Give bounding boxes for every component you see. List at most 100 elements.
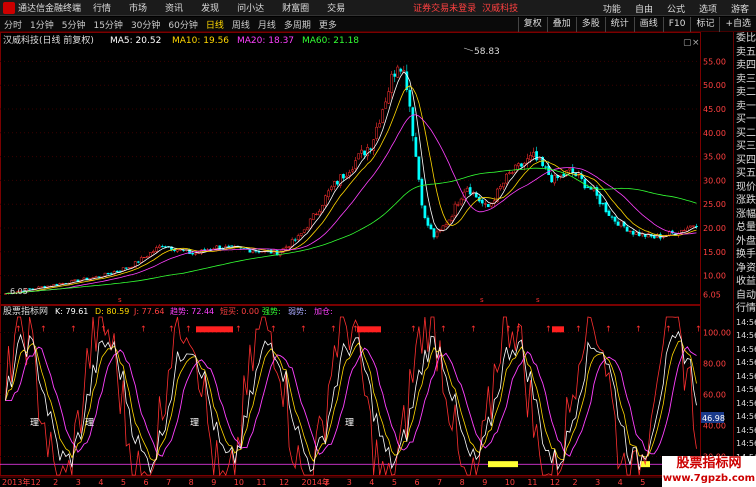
side-item[interactable]: 涨跌 — [734, 194, 756, 208]
candle-body — [444, 224, 448, 227]
period-tab-multi[interactable]: 多周期 — [284, 18, 311, 31]
current-value: 46.98 — [702, 414, 725, 423]
tool-stats[interactable]: 统计 — [604, 17, 634, 32]
event-marker[interactable]: s — [536, 296, 540, 304]
side-item[interactable]: 14:56 — [734, 424, 756, 438]
candle-body — [393, 73, 397, 77]
side-item[interactable]: 买一 — [734, 113, 756, 127]
side-item[interactable]: 收益 — [734, 275, 756, 289]
menu-guest[interactable]: 游客 — [731, 2, 749, 15]
side-item[interactable]: 卖一 — [734, 100, 756, 114]
candle-body — [290, 239, 294, 247]
tool-multi-stock[interactable]: 多股 — [575, 17, 605, 32]
period-tab-60min[interactable]: 60分钟 — [168, 18, 197, 31]
side-item[interactable]: 买三 — [734, 140, 756, 154]
price-tick: 50.00 — [703, 81, 726, 90]
tool-f10[interactable]: F10 — [662, 17, 691, 32]
side-item[interactable]: 卖五 — [734, 46, 756, 60]
period-tab-more[interactable]: 更多 — [319, 18, 337, 31]
menu-wealth[interactable]: 财富圈 — [282, 1, 309, 14]
side-item[interactable]: 14:56 — [734, 356, 756, 370]
side-item[interactable]: 行情 — [734, 302, 756, 316]
side-item[interactable]: 买四 — [734, 154, 756, 168]
tool-add-watchlist[interactable]: +自选 — [719, 17, 756, 32]
side-item[interactable]: 总量 — [734, 221, 756, 235]
side-item[interactable]: 净资 — [734, 262, 756, 276]
indicator-name: 股票指标网 — [3, 305, 48, 317]
candle-body — [511, 172, 514, 174]
candle-body — [538, 158, 541, 161]
candle-body — [360, 149, 363, 154]
menu-trade[interactable]: 交易 — [327, 1, 345, 14]
candle-body — [417, 156, 421, 180]
side-item[interactable]: 买五 — [734, 167, 756, 181]
arrow-up-icon: ↑ — [270, 324, 277, 333]
menu-function[interactable]: 功能 — [603, 2, 621, 15]
tool-draw[interactable]: 画线 — [633, 17, 663, 32]
tool-overlay[interactable]: 叠加 — [546, 17, 576, 32]
side-item[interactable]: 买二 — [734, 127, 756, 141]
candle-body — [348, 172, 351, 176]
arrow-up-icon: ↑ — [70, 324, 77, 333]
title-bar: 通达信金融终端 行情 市场 资讯 发现 问小达 财富圈 交易 证券交易未登录 汉… — [0, 0, 756, 16]
side-item[interactable]: 换手 — [734, 248, 756, 262]
price-tick: 30.00 — [703, 176, 726, 185]
menu-options[interactable]: 选项 — [699, 2, 717, 15]
candle-body — [411, 107, 415, 137]
side-item[interactable]: 14:56 — [734, 383, 756, 397]
menu-market[interactable]: 市场 — [129, 1, 147, 14]
menu-formula[interactable]: 公式 — [667, 2, 685, 15]
candle-body — [299, 233, 303, 236]
buy-arrow-markers: ↑ ↑ ↑ ↑ ↑ ↑ ↑ ↑ ↑ ↑ ↑ ↑ ↑ ↑ ↑ ↑ ↑ ↑ ↑ ↑ ↑ ↑ ↑ — [15, 324, 702, 333]
side-item[interactable]: 14:56 — [734, 343, 756, 357]
arrow-up-icon: ↑ — [40, 324, 47, 333]
side-item[interactable]: 14:56 — [734, 316, 756, 330]
candle-body — [82, 277, 86, 280]
period-tab-weekly[interactable]: 周线 — [232, 18, 250, 31]
side-item[interactable]: 14:56 — [734, 397, 756, 411]
menu-free[interactable]: 自由 — [635, 2, 653, 15]
candle-body — [390, 73, 394, 93]
candle-body — [619, 220, 623, 227]
period-tab-daily[interactable]: 日线 — [206, 18, 224, 31]
side-item[interactable]: 14:56 — [734, 370, 756, 384]
period-tab-1min[interactable]: 1分钟 — [30, 18, 54, 31]
side-item[interactable]: 涨幅 — [734, 208, 756, 222]
date-label: 3 — [76, 478, 81, 487]
event-marker[interactable]: s — [118, 296, 122, 304]
date-label: 5 — [392, 478, 397, 487]
expand-icon[interactable]: ▢ — [683, 38, 692, 48]
period-tab-timeshare[interactable]: 分时 — [4, 18, 22, 31]
candle-body — [598, 194, 602, 205]
menu-ask[interactable]: 问小达 — [237, 1, 264, 14]
tool-mark[interactable]: 标记 — [690, 17, 719, 32]
login-warning[interactable]: 证券交易未登录 — [413, 1, 476, 14]
side-item[interactable]: 14:56 — [734, 437, 756, 451]
menu-discover[interactable]: 发现 — [201, 1, 219, 14]
date-axis: 2013年 12 2 3 4 5 6 7 8 9 10 11 12 2014年2 3 4 5 6 7 8 9 10 11 12… — [0, 476, 700, 487]
period-tab-5min[interactable]: 5分钟 — [62, 18, 86, 31]
period-tab-30min[interactable]: 30分钟 — [131, 18, 160, 31]
period-tab-15min[interactable]: 15分钟 — [93, 18, 122, 31]
side-item[interactable]: 卖二 — [734, 86, 756, 100]
side-item[interactable]: 14:56 — [734, 410, 756, 424]
side-item[interactable]: 卖四 — [734, 59, 756, 73]
menu-news[interactable]: 资讯 — [165, 1, 183, 14]
li-marker: 理 — [85, 418, 94, 429]
event-marker[interactable]: s — [480, 296, 484, 304]
candle-body — [148, 252, 152, 257]
side-item[interactable]: 自动 — [734, 289, 756, 303]
kline-chart[interactable]: 汉威科技(日线 前复权) MA5: 20.52 MA10: 19.56 MA20… — [0, 32, 733, 487]
side-item[interactable]: 现价 — [734, 181, 756, 195]
menu-quotes[interactable]: 行情 — [93, 1, 111, 14]
tool-adjust[interactable]: 复权 — [517, 17, 547, 32]
candle-body — [302, 229, 306, 233]
period-tab-monthly[interactable]: 月线 — [258, 18, 276, 31]
side-item[interactable]: 外盘 — [734, 235, 756, 249]
price-tick: 10.00 — [703, 272, 726, 281]
side-item[interactable]: 14:56 — [734, 329, 756, 343]
ma5-label: MA5: 20.52 — [110, 36, 161, 46]
side-item[interactable]: 委比 — [734, 32, 756, 46]
side-item[interactable]: 卖三 — [734, 73, 756, 87]
close-icon[interactable]: × — [692, 38, 700, 48]
